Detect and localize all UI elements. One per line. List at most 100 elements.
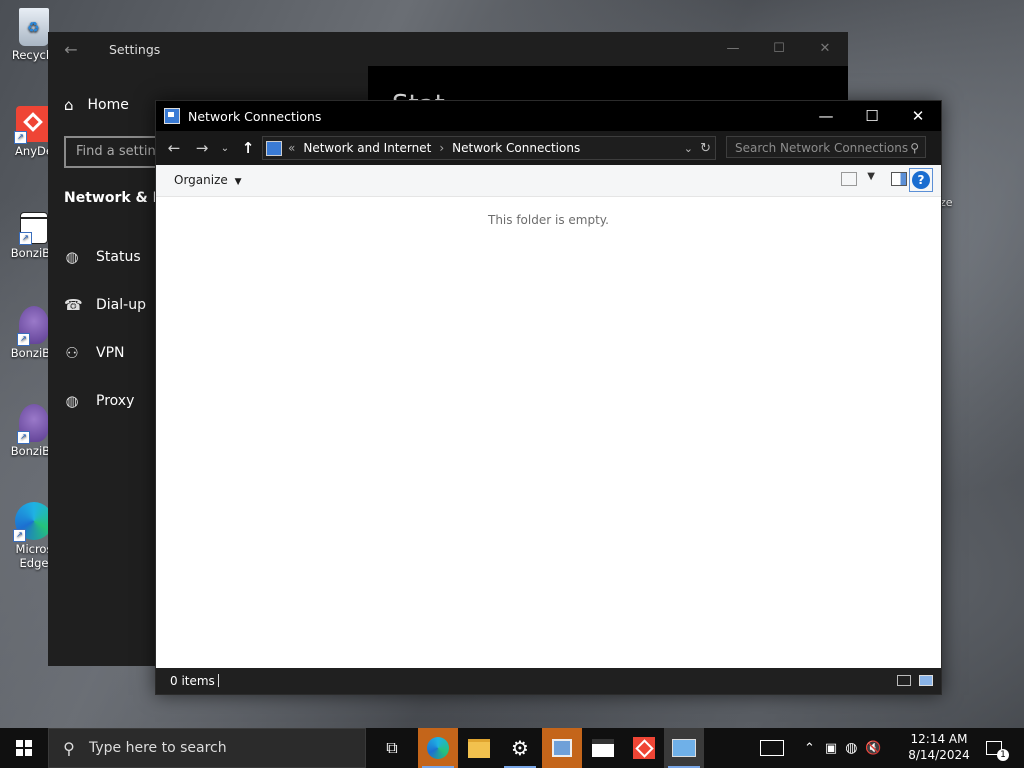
status-bar: 0 items [156, 668, 941, 694]
status-divider [218, 674, 219, 687]
bonzibuddy-file-icon: ↗ [19, 212, 48, 245]
address-dropdown-icon[interactable]: ⌄ [684, 142, 693, 155]
volume-muted-icon[interactable]: 🔇 [865, 741, 881, 756]
taskbar-clock[interactable]: 12:14 AM 8/14/2024 [904, 731, 974, 763]
taskbar-control-panel-button[interactable] [542, 728, 582, 768]
anydesk-icon [633, 737, 655, 759]
bonzibuddy-icon: ↗ [17, 306, 49, 346]
settings-home-link[interactable]: ⌂ Home [64, 96, 129, 114]
breadcrumb-network-and-internet[interactable]: Network and Internet [303, 141, 431, 155]
bonzibuddy-icon: ↗ [17, 404, 49, 444]
recycle-bin-icon: ♻ [19, 8, 49, 46]
windows-logo-icon [16, 740, 32, 756]
action-center-button[interactable]: 1 [976, 728, 1012, 768]
item-count: 0 items [170, 674, 215, 688]
home-icon: ⌂ [64, 96, 74, 114]
taskbar-anydesk-button[interactable] [624, 728, 664, 768]
refresh-icon[interactable]: ↻ [700, 141, 711, 156]
show-hidden-icons-chevron-icon[interactable]: ⌃ [804, 741, 815, 756]
nav-item-proxy[interactable]: ◍ Proxy [64, 392, 134, 410]
taskbar-network-connections-button[interactable] [664, 728, 704, 768]
vpn-icon: ⚇ [65, 344, 79, 362]
address-field[interactable]: « Network and Internet › Network Connect… [262, 136, 716, 160]
network-connections-icon [672, 739, 696, 757]
edge-icon [427, 737, 449, 759]
search-icon: ⚲ [910, 141, 919, 155]
dialup-icon: ☎ [64, 296, 83, 314]
back-arrow-icon[interactable]: ← [48, 40, 94, 59]
help-button[interactable]: ? [909, 168, 933, 192]
network-connections-icon [164, 108, 180, 124]
forward-arrow-icon[interactable]: → [188, 139, 216, 157]
chevron-down-icon: ▼ [234, 177, 242, 187]
up-arrow-icon[interactable]: ↑ [234, 139, 262, 157]
organize-label: Organize [174, 173, 228, 187]
gear-icon: ⚙ [511, 736, 529, 760]
close-icon[interactable]: ✕ [802, 32, 848, 66]
minimize-icon[interactable]: — [803, 101, 849, 131]
nav-item-label: Proxy [96, 393, 135, 409]
change-view-icon[interactable] [841, 172, 857, 186]
breadcrumb-network-connections[interactable]: Network Connections [452, 141, 580, 155]
anydesk-icon: ↗ [14, 106, 52, 144]
search-placeholder: Search Network Connections [735, 141, 909, 155]
clock-date: 8/14/2024 [908, 748, 970, 762]
help-icon: ? [912, 171, 930, 189]
shortcut-arrow-icon: ↗ [17, 333, 30, 346]
search-icon: ⚲ [63, 738, 75, 758]
empty-folder-message: This folder is empty. [488, 213, 609, 227]
search-input[interactable]: Search Network Connections ⚲ [726, 136, 926, 158]
taskbar-settings-button[interactable]: ⚙ [500, 728, 540, 768]
taskbar-edge-button[interactable] [418, 728, 458, 768]
start-button[interactable] [0, 728, 48, 768]
taskbar-search-placeholder: Type here to search [89, 740, 227, 756]
network-connections-icon [266, 140, 282, 156]
notification-count: 1 [997, 749, 1009, 761]
nav-item-label: VPN [96, 345, 125, 361]
close-icon[interactable]: ✕ [895, 101, 941, 131]
control-panel-icon [552, 739, 572, 757]
taskbar-file-explorer-button[interactable] [459, 728, 499, 768]
command-bar: Organize ▼ ▼ ? [156, 165, 941, 197]
meet-now-icon[interactable]: ▣ [825, 741, 837, 756]
view-options-chevron-icon[interactable]: ▼ [867, 171, 875, 182]
nav-item-label: Status [96, 249, 141, 265]
shortcut-arrow-icon: ↗ [17, 431, 30, 444]
globe-icon: ◍ [65, 392, 79, 410]
news-and-interests-icon[interactable] [760, 740, 784, 756]
breadcrumb-separator-icon[interactable]: › [439, 141, 444, 155]
network-connections-window[interactable]: Network Connections — ☐ ✕ ← → ⌄ ↑ « Netw… [155, 100, 942, 695]
nav-item-status[interactable]: ◍ Status [64, 248, 141, 266]
nav-item-label: Dial-up [96, 297, 146, 313]
shortcut-arrow-icon: ↗ [19, 232, 32, 245]
details-view-icon[interactable] [897, 675, 911, 686]
settings-title: Settings [109, 41, 161, 57]
system-tray: ⌃ ▣ ◍ 🔇 [760, 728, 882, 768]
preview-pane-icon[interactable] [891, 172, 907, 186]
address-bar-row: ← → ⌄ ↑ « Network and Internet › Network… [156, 131, 941, 165]
maximize-icon[interactable]: ☐ [849, 101, 895, 131]
network-status-icon[interactable]: ◍ [845, 740, 857, 756]
clapperboard-icon [592, 739, 614, 757]
large-icons-view-icon[interactable] [919, 675, 933, 686]
file-list-area[interactable]: This folder is empty. [156, 197, 941, 668]
task-view-icon: ⧉ [386, 738, 398, 757]
minimize-icon[interactable]: — [710, 32, 756, 66]
nav-item-vpn[interactable]: ⚇ VPN [64, 344, 125, 362]
address-overflow-chevron[interactable]: « [288, 141, 295, 155]
notification-icon: 1 [986, 741, 1009, 761]
taskbar-search-box[interactable]: ⚲ Type here to search [48, 728, 366, 768]
folder-icon [468, 738, 490, 758]
shortcut-arrow-icon: ↗ [13, 529, 26, 542]
back-arrow-icon[interactable]: ← [160, 139, 188, 157]
nav-item-dialup[interactable]: ☎ Dial-up [64, 296, 146, 314]
maximize-icon[interactable]: ☐ [756, 32, 802, 66]
taskbar-clapperboard-button[interactable] [583, 728, 623, 768]
taskbar: ⚲ Type here to search ⧉ ⚙ ⌃ ▣ ◍ 🔇 12:14 … [0, 728, 1024, 768]
organize-button[interactable]: Organize ▼ [174, 173, 242, 187]
task-view-button[interactable]: ⧉ [372, 728, 412, 768]
home-label: Home [87, 97, 129, 113]
netwin-titlebar[interactable]: Network Connections — ☐ ✕ [156, 101, 941, 131]
window-title: Network Connections [188, 108, 322, 124]
recent-locations-chevron-icon[interactable]: ⌄ [216, 143, 234, 154]
